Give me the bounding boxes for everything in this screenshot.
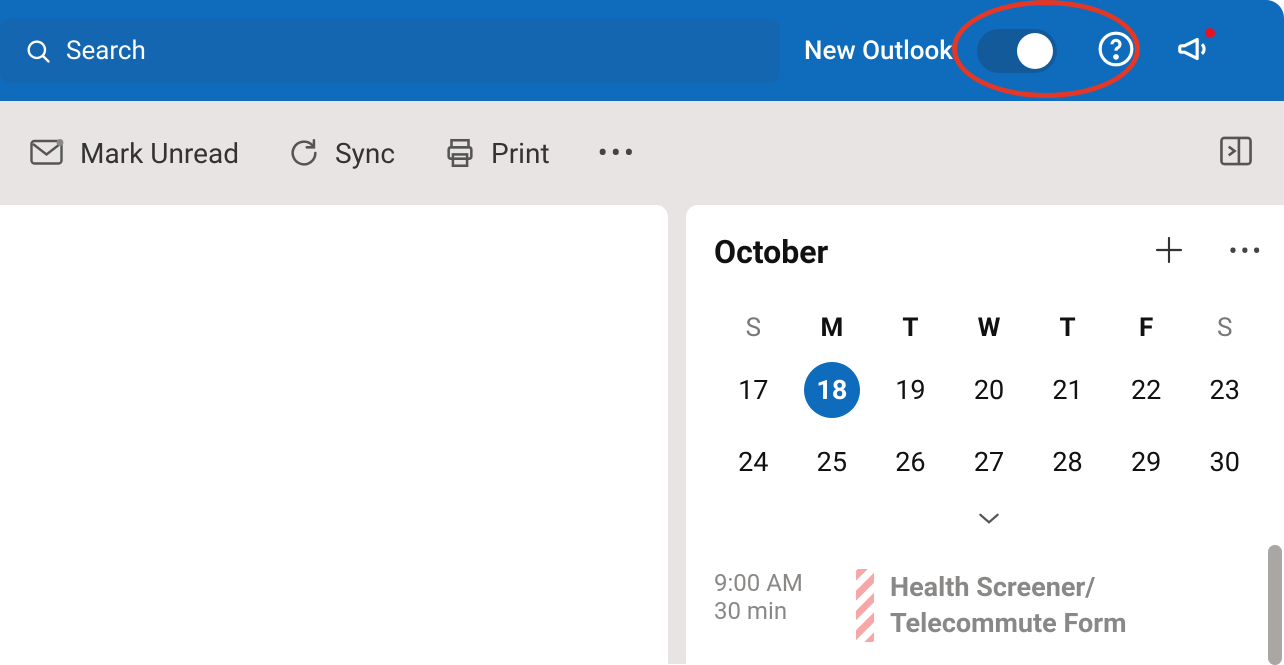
event-title: Health Screener/ Telecommute Form xyxy=(890,569,1127,642)
scrollbar[interactable] xyxy=(1268,545,1282,665)
search-placeholder: Search xyxy=(66,36,146,66)
more-actions-button[interactable]: ••• xyxy=(598,136,637,171)
new-outlook-group: New Outlook xyxy=(804,29,1057,73)
dow-cell: S xyxy=(1185,313,1264,343)
sync-label: Sync xyxy=(335,137,395,170)
calendar-day[interactable]: 27 xyxy=(950,437,1029,487)
mark-unread-label: Mark Unread xyxy=(80,137,239,170)
calendar-day[interactable]: 30 xyxy=(1185,437,1264,487)
calendar-day[interactable]: 23 xyxy=(1185,365,1264,415)
dow-cell: T xyxy=(871,313,950,343)
print-button[interactable]: Print xyxy=(443,136,550,170)
calendar-day[interactable]: 24 xyxy=(714,437,793,487)
sync-button[interactable]: Sync xyxy=(287,136,395,170)
calendar-day[interactable]: 22 xyxy=(1107,365,1186,415)
calendar-day[interactable]: 25 xyxy=(793,437,872,487)
dow-cell: S xyxy=(714,313,793,343)
search-icon xyxy=(24,37,52,65)
reading-pane xyxy=(0,205,668,664)
calendar-day[interactable]: 17 xyxy=(714,365,793,415)
calendar-week-row: 24 25 26 27 28 29 30 xyxy=(714,437,1264,487)
action-toolbar: Mark Unread Sync Print ••• xyxy=(0,101,1284,205)
new-outlook-label: New Outlook xyxy=(804,36,953,66)
calendar-week-row: 17 18 19 20 21 22 23 xyxy=(714,365,1264,415)
calendar-month-title: October xyxy=(714,233,828,271)
notification-dot xyxy=(1205,28,1215,38)
plus-icon xyxy=(1153,234,1185,266)
calendar-pane: October ••• S M T W T F S 17 18 19 xyxy=(686,205,1284,664)
dow-cell: F xyxy=(1107,313,1186,343)
calendar-day-selected[interactable]: 18 xyxy=(793,365,872,415)
calendar-day[interactable]: 20 xyxy=(950,365,1029,415)
calendar-dow-row: S M T W T F S xyxy=(714,313,1264,343)
calendar-day[interactable]: 21 xyxy=(1028,365,1107,415)
calendar-day[interactable]: 28 xyxy=(1028,437,1107,487)
event-duration: 30 min xyxy=(714,597,840,625)
print-label: Print xyxy=(491,137,550,170)
calendar-event[interactable]: 9:00 AM 30 min Health Screener/ Telecomm… xyxy=(714,559,1264,642)
mark-unread-button[interactable]: Mark Unread xyxy=(30,137,239,170)
expand-calendar-button[interactable] xyxy=(714,509,1264,531)
chevron-down-icon xyxy=(976,509,1002,527)
calendar-day[interactable]: 26 xyxy=(871,437,950,487)
dow-cell: T xyxy=(1028,313,1107,343)
sync-icon xyxy=(287,136,321,170)
envelope-icon xyxy=(30,138,66,168)
event-time-block: 9:00 AM 30 min xyxy=(714,569,840,642)
event-category-bar xyxy=(856,569,874,642)
event-time: 9:00 AM xyxy=(714,569,840,597)
collapse-panel-button[interactable] xyxy=(1218,135,1254,171)
toggle-knob xyxy=(1017,33,1053,69)
calendar-grid: S M T W T F S 17 18 19 20 21 22 23 24 25… xyxy=(714,313,1264,531)
search-box[interactable]: Search xyxy=(0,19,780,83)
new-outlook-toggle[interactable] xyxy=(977,29,1057,73)
collapse-icon xyxy=(1218,135,1254,167)
add-event-button[interactable] xyxy=(1153,234,1185,270)
megaphone-icon[interactable] xyxy=(1175,30,1213,72)
top-bar: Search New Outlook xyxy=(0,0,1284,101)
dow-cell: M xyxy=(793,313,872,343)
dow-cell: W xyxy=(950,313,1029,343)
calendar-day[interactable]: 29 xyxy=(1107,437,1186,487)
body-area: October ••• S M T W T F S 17 18 19 xyxy=(0,205,1284,664)
print-icon xyxy=(443,136,477,170)
calendar-more-button[interactable]: ••• xyxy=(1229,237,1264,267)
calendar-day[interactable]: 19 xyxy=(871,365,950,415)
calendar-header: October ••• xyxy=(714,233,1264,271)
help-icon[interactable] xyxy=(1097,30,1135,72)
